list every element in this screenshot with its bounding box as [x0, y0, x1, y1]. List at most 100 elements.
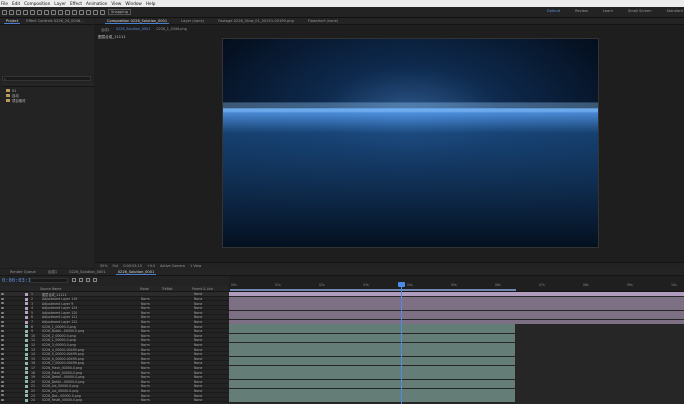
label-color-swatch[interactable]	[25, 329, 28, 333]
layer-duration-bar[interactable]	[229, 315, 684, 320]
label-color-swatch[interactable]	[25, 352, 28, 356]
layer-duration-bar[interactable]	[229, 356, 515, 361]
visibility-eye-icon[interactable]	[1, 385, 4, 388]
label-color-swatch[interactable]	[25, 339, 28, 342]
layer-duration-bar[interactable]	[229, 384, 515, 389]
layer-duration-bar[interactable]	[229, 352, 515, 357]
visibility-eye-icon[interactable]	[1, 394, 4, 397]
puppet-tool-icon[interactable]	[100, 9, 105, 15]
menu-item-effect[interactable]: Effect	[70, 1, 82, 6]
layer-duration-bar[interactable]	[229, 375, 515, 380]
type-tool-icon[interactable]	[65, 9, 70, 15]
menu-item-edit[interactable]: Edit	[12, 1, 20, 6]
layer-duration-bar[interactable]	[229, 338, 515, 343]
layer-duration-bar[interactable]	[229, 370, 515, 375]
layer-duration-bar[interactable]	[229, 319, 684, 324]
rotate-tool-icon[interactable]	[30, 9, 35, 15]
label-color-swatch[interactable]	[25, 311, 28, 315]
visibility-eye-icon[interactable]	[1, 371, 4, 374]
eraser-tool-icon[interactable]	[86, 9, 91, 15]
comp-breadcrumb-2[interactable]: 0226_1_0346.png	[156, 27, 186, 31]
visibility-eye-icon[interactable]	[1, 339, 4, 342]
menu-item-composition[interactable]: Composition	[24, 1, 50, 6]
layer-duration-bar[interactable]	[229, 342, 515, 347]
trkmat-header[interactable]: TrkMat	[162, 287, 173, 291]
comp-breadcrumb-0[interactable]: 合成1	[101, 27, 110, 32]
pen-tool-icon[interactable]	[58, 9, 63, 15]
menu-item-layer[interactable]: Layer	[54, 1, 66, 6]
layer-duration-bar[interactable]	[229, 365, 515, 370]
label-color-swatch[interactable]	[25, 371, 28, 375]
layer-duration-bar[interactable]	[229, 324, 515, 329]
selection-tool-icon[interactable]	[9, 9, 14, 15]
work-area-bar[interactable]	[230, 289, 516, 291]
snapping-toggle[interactable]: Snapping	[108, 9, 131, 15]
layer-duration-bar[interactable]	[229, 398, 515, 403]
layer-name[interactable]: 0226_Fast6_00000-0.png	[42, 398, 82, 402]
menu-item-help[interactable]: Help	[146, 1, 156, 6]
label-color-swatch[interactable]	[25, 362, 28, 365]
comp-tab-3[interactable]: Flowchart (none)	[306, 19, 340, 23]
label-color-swatch[interactable]	[25, 357, 28, 361]
layer-duration-bar[interactable]	[229, 301, 684, 306]
menu-item-file[interactable]: File	[1, 1, 8, 6]
draft-3d-icon[interactable]	[79, 278, 83, 282]
visibility-eye-icon[interactable]	[1, 302, 4, 305]
comp-tab-1[interactable]: Layer (none)	[179, 19, 206, 23]
label-color-swatch[interactable]	[25, 366, 28, 370]
label-color-swatch[interactable]	[25, 302, 28, 306]
layer-duration-bar[interactable]	[229, 388, 515, 393]
visibility-eye-icon[interactable]	[1, 398, 4, 401]
label-color-swatch[interactable]	[25, 306, 28, 310]
layer-duration-bar[interactable]	[229, 333, 515, 338]
project-tab-0[interactable]: Project	[4, 19, 21, 24]
layer-row[interactable]: 24 0226_Fast6_00000-0.png Norm None	[0, 398, 229, 403]
timeline-tab-3[interactable]: 0226_Solution_0001	[115, 270, 157, 275]
layer-duration-bar[interactable]	[229, 393, 515, 398]
layer-duration-bar[interactable]	[229, 292, 684, 297]
mode-header[interactable]: Mode	[140, 287, 149, 291]
visibility-eye-icon[interactable]	[1, 293, 4, 296]
layer-duration-bar[interactable]	[229, 329, 515, 334]
visibility-eye-icon[interactable]	[1, 297, 4, 300]
label-color-swatch[interactable]	[25, 343, 28, 347]
label-color-swatch[interactable]	[25, 385, 28, 388]
brush-tool-icon[interactable]	[72, 9, 77, 15]
layer-duration-bar[interactable]	[229, 361, 515, 366]
visibility-eye-icon[interactable]	[1, 316, 4, 319]
label-color-swatch[interactable]	[25, 394, 28, 398]
label-color-swatch[interactable]	[25, 325, 28, 329]
workspace-2[interactable]: Learn	[603, 9, 613, 13]
comp-mini-flowchart-icon[interactable]	[72, 278, 76, 282]
label-color-swatch[interactable]	[25, 316, 28, 319]
layer-mode[interactable]: Norm	[141, 398, 150, 402]
visibility-eye-icon[interactable]	[1, 352, 4, 355]
menu-item-view[interactable]: View	[111, 1, 121, 6]
comp-breadcrumb-1[interactable]: 0226_Solution_0001	[116, 27, 150, 31]
visibility-eye-icon[interactable]	[1, 375, 4, 378]
layer-duration-bar[interactable]	[229, 347, 515, 352]
layer-parent[interactable]: None	[194, 398, 202, 402]
label-color-swatch[interactable]	[25, 334, 28, 338]
viewer-control-5[interactable]: 1 View	[190, 264, 201, 268]
comp-tab-0[interactable]: Composition 0226_Solution_0001	[105, 19, 170, 24]
workspace-4[interactable]: Standard	[667, 9, 683, 13]
visibility-eye-icon[interactable]	[1, 320, 4, 323]
timeline-tab-0[interactable]: Render Queue	[8, 270, 38, 274]
visibility-eye-icon[interactable]	[1, 357, 4, 360]
label-color-swatch[interactable]	[25, 293, 28, 296]
label-color-swatch[interactable]	[25, 348, 28, 352]
layer-duration-bar[interactable]	[229, 296, 684, 301]
label-color-swatch[interactable]	[25, 380, 28, 384]
home-icon[interactable]	[2, 9, 7, 15]
visibility-eye-icon[interactable]	[1, 366, 4, 369]
visibility-eye-icon[interactable]	[1, 334, 4, 337]
menu-item-window[interactable]: Window	[125, 1, 142, 6]
viewer-control-0[interactable]: 50%	[100, 264, 108, 268]
composition-viewer[interactable]	[222, 38, 599, 248]
label-color-swatch[interactable]	[25, 297, 28, 301]
visibility-eye-icon[interactable]	[1, 311, 4, 314]
layer-duration-bar[interactable]	[229, 306, 684, 311]
motion-blur-icon[interactable]	[86, 278, 90, 282]
timeline-tab-2[interactable]: 0226_Solution_0001	[67, 270, 108, 274]
